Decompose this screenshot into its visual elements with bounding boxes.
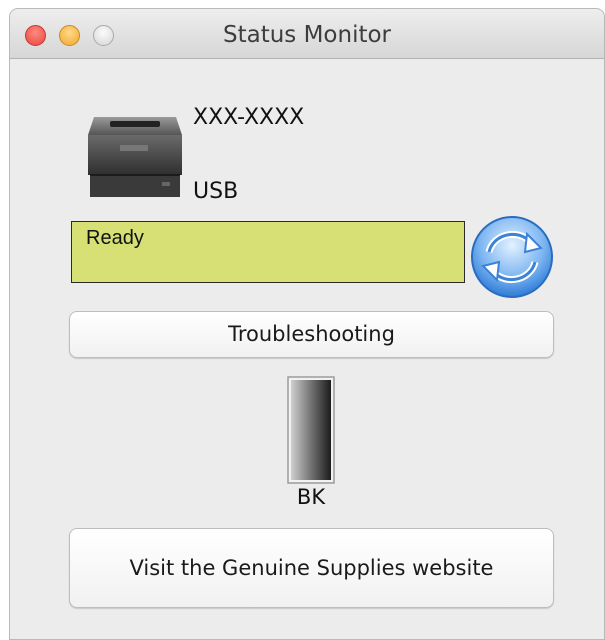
toner-level-gauge [287, 376, 335, 484]
toner-color-label: BK [296, 485, 326, 509]
status-monitor-window: Status Monitor XXX-XXXX USB Ready Troubl… [9, 8, 605, 640]
printer-icon [88, 117, 182, 197]
title-bar: Status Monitor [10, 9, 604, 59]
printer-model-name: XXX-XXXX [193, 105, 305, 130]
genuine-supplies-button[interactable]: Visit the Genuine Supplies website [69, 528, 554, 608]
status-text: Ready [86, 227, 144, 249]
refresh-icon[interactable] [467, 212, 557, 302]
connection-type: USB [193, 179, 239, 204]
status-display: Ready [71, 221, 465, 283]
window-title: Status Monitor [222, 22, 392, 48]
troubleshooting-button[interactable]: Troubleshooting [69, 311, 554, 358]
